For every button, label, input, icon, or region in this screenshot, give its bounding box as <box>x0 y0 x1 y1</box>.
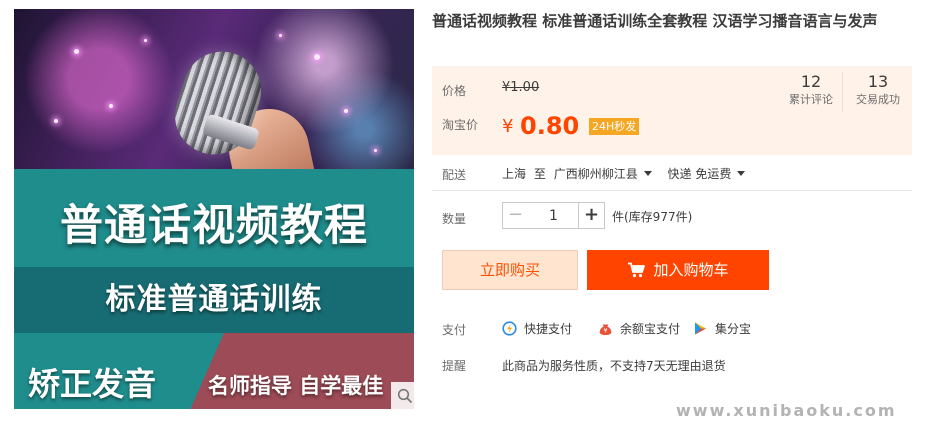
image-tag-left: 矫正发音 <box>28 365 157 403</box>
shipping-badge: 24H秒发 <box>589 118 640 135</box>
image-subheadline: 标准普通话训练 <box>105 282 323 317</box>
notice-label: 提醒 <box>442 359 467 373</box>
original-price: ¥1.00 <box>502 80 540 95</box>
price-label: 价格 <box>442 84 467 98</box>
sales-count: 13 <box>867 72 889 91</box>
reviews-count: 12 <box>800 72 822 91</box>
quickpay-icon <box>502 321 517 336</box>
cart-icon <box>628 262 646 278</box>
reviews-label: 累计评论 <box>789 93 833 106</box>
chevron-down-icon <box>643 171 652 176</box>
notice-text: 此商品为服务性质，不支持7天无理由退货 <box>502 359 726 373</box>
yuebao-icon: ¥ <box>599 324 612 335</box>
payment-method-yuebao: ¥ 余额宝支付 <box>598 320 680 337</box>
jifenbao-icon <box>695 322 706 335</box>
quickpay-label: 快捷支付 <box>524 322 573 336</box>
ship-to-word: 至 <box>533 167 546 181</box>
image-tag-right: 名师指导 自学最佳 <box>208 374 384 398</box>
shipping-label: 配送 <box>442 168 467 182</box>
buy-now-button[interactable]: 立即购买 <box>442 250 578 290</box>
destination-select[interactable]: 广西柳州柳江县 <box>554 167 660 181</box>
ship-from: 上海 <box>502 167 527 181</box>
payment-label: 支付 <box>442 323 467 337</box>
reviews-stat[interactable]: 12 累计评论 <box>782 72 840 108</box>
image-headline: 普通话视频教程 <box>60 201 368 251</box>
add-to-cart-button[interactable]: 加入购物车 <box>587 250 769 290</box>
product-main-image[interactable]: 普通话视频教程 标准普通话训练 矫正发音 名师指导 自学最佳 <box>14 9 414 409</box>
yuebao-label: 余额宝支付 <box>620 322 681 336</box>
stat-divider <box>842 72 843 112</box>
divider <box>432 190 912 191</box>
shipping-method-select[interactable]: 快递 免运费 <box>668 167 754 181</box>
magnifier-icon <box>397 388 413 404</box>
quantity-label: 数量 <box>442 212 467 226</box>
current-price: 0.80 <box>520 112 580 140</box>
shipping-info: 上海 至 广西柳州柳江县 快递 免运费 <box>502 165 757 182</box>
add-to-cart-label: 加入购物车 <box>653 261 729 279</box>
currency-symbol: ¥ <box>502 116 514 137</box>
jifenbao-label: 集分宝 <box>715 322 752 336</box>
chevron-down-icon <box>737 171 746 176</box>
quantity-input[interactable] <box>528 202 579 229</box>
payment-method-quickpay: 快捷支付 <box>502 320 572 337</box>
quantity-increase-button[interactable]: + <box>578 202 605 229</box>
zoom-button[interactable] <box>391 382 414 409</box>
svg-text:¥: ¥ <box>604 328 608 335</box>
quantity-decrease-button[interactable]: − <box>502 202 529 229</box>
product-title: 普通话视频教程 标准普通话训练全套教程 汉语学习播音语言与发声 <box>432 12 878 30</box>
site-watermark: www.xunibaoku.com <box>676 401 897 420</box>
payment-method-jifenbao: 集分宝 <box>693 320 751 337</box>
price-panel: 价格 ¥1.00 淘宝价 ¥ 0.80 24H秒发 12 累计评论 13 交易成… <box>432 66 912 155</box>
sales-stat: 13 交易成功 <box>849 72 907 108</box>
sales-label: 交易成功 <box>856 93 900 106</box>
microphone-photo <box>14 9 414 197</box>
shipping-method-text: 快递 免运费 <box>667 167 732 181</box>
stock-info: 件(库存977件) <box>612 210 693 224</box>
taobao-price-label: 淘宝价 <box>442 118 479 132</box>
destination-text: 广西柳州柳江县 <box>553 167 638 181</box>
